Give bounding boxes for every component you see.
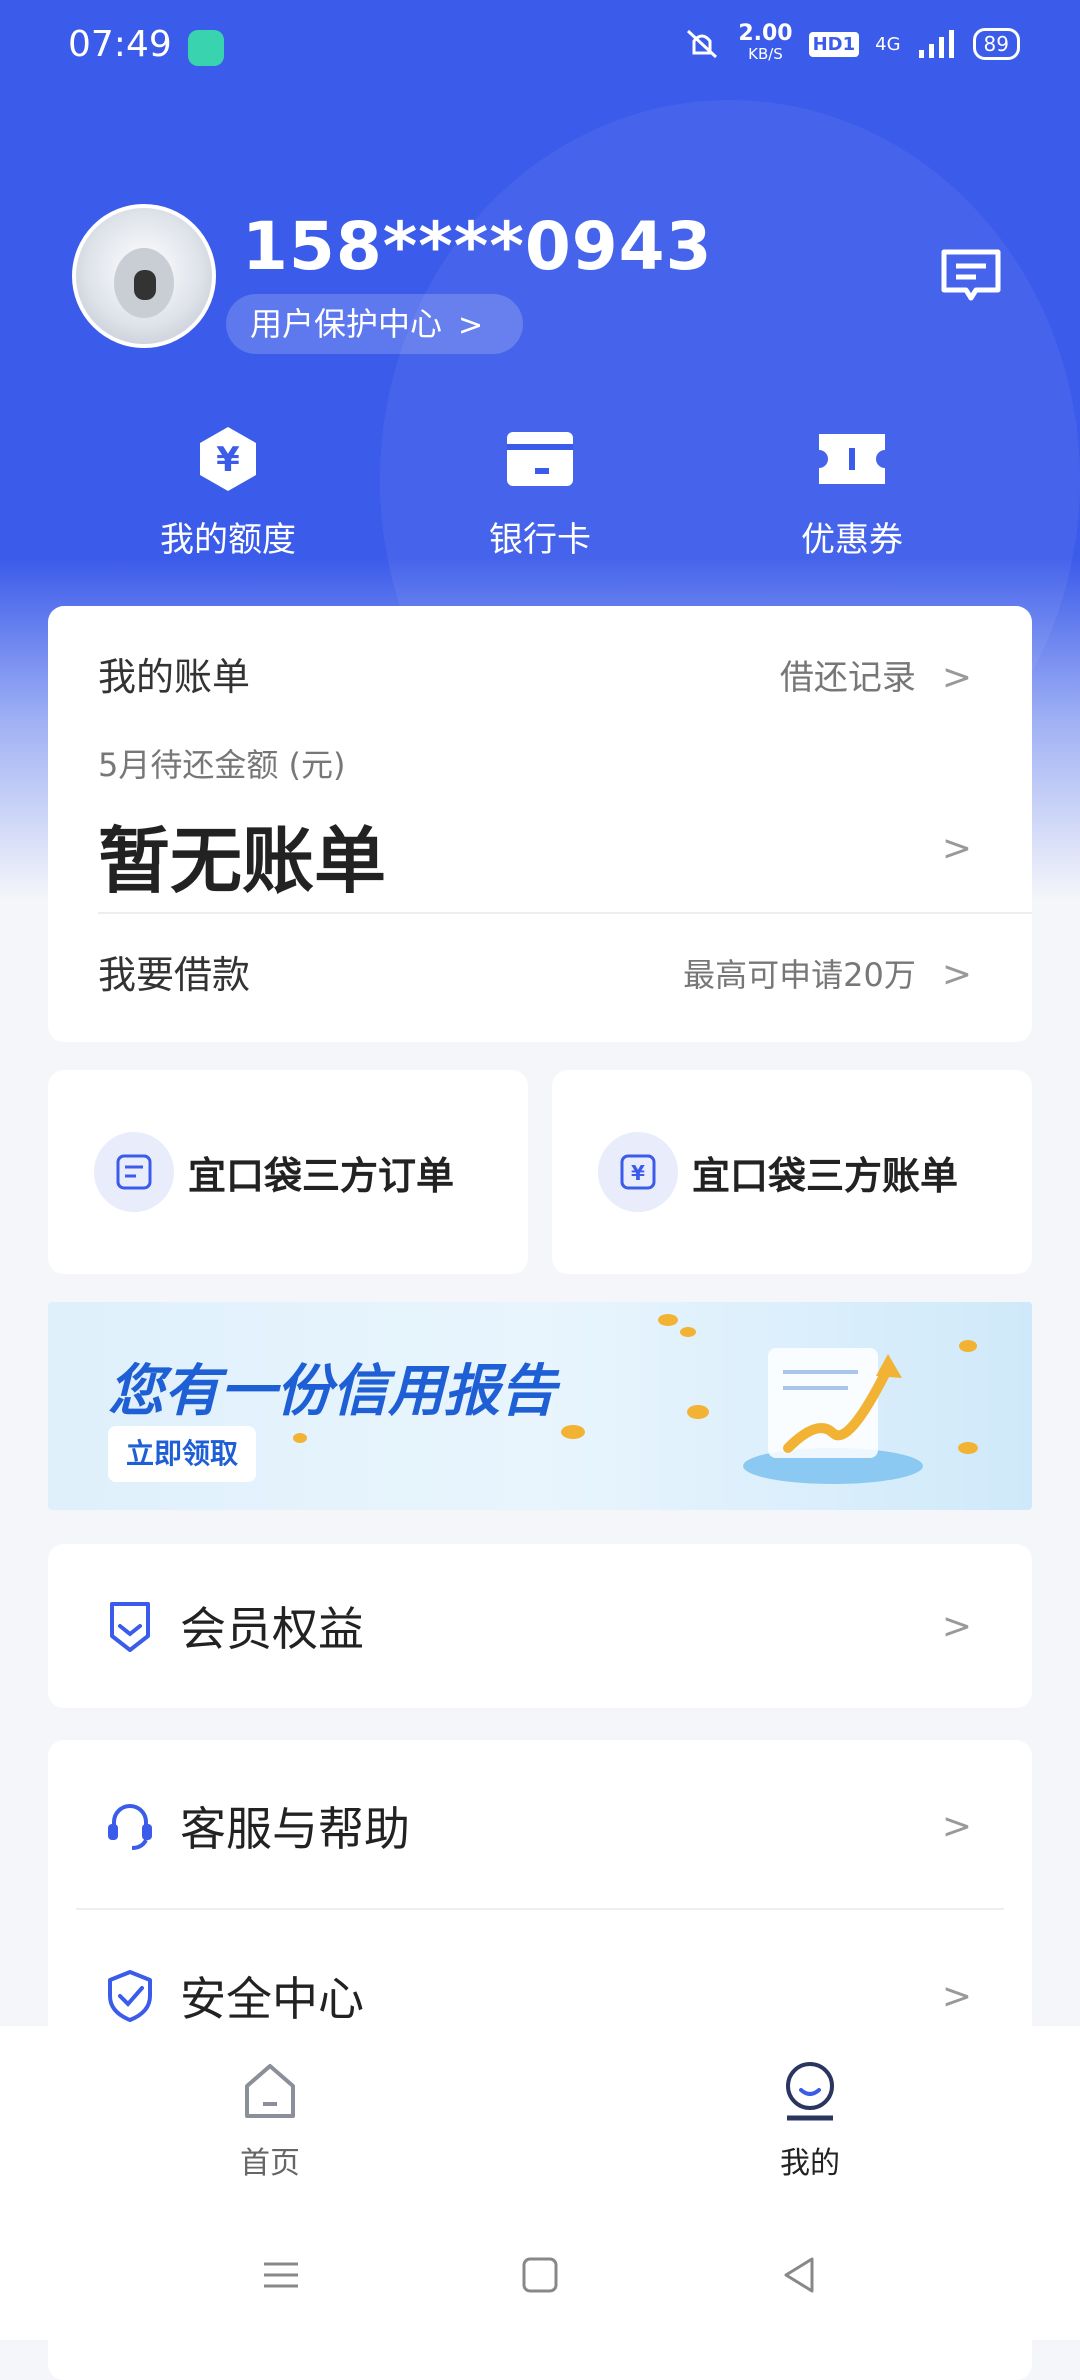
- quick-action-label: 我的额度: [160, 520, 296, 560]
- message-icon[interactable]: [940, 248, 1002, 304]
- bank-card-icon: [507, 432, 573, 486]
- credit-report-banner[interactable]: 您有一份信用报告 立即领取: [48, 1302, 1032, 1510]
- borrow-limit-text: 最高可申请20万: [683, 956, 916, 994]
- network-speed-value: 2.00: [738, 21, 793, 46]
- tab-home[interactable]: 首页: [170, 2060, 370, 2182]
- network-speed: 2.00 KB/S: [738, 21, 793, 64]
- tab-home-label: 首页: [240, 2146, 300, 2181]
- bill-amount[interactable]: 暂无账单: [98, 802, 386, 907]
- third-party-bill-card[interactable]: ¥ 宜口袋三方账单: [552, 1070, 1032, 1274]
- claim-now-button[interactable]: 立即领取: [108, 1426, 256, 1482]
- profile-icon: [786, 2062, 834, 2121]
- chevron-right-icon: >: [458, 308, 484, 343]
- shield-check-icon: [108, 1970, 152, 2022]
- divider: [98, 912, 1032, 914]
- coupon-icon: [819, 434, 885, 484]
- chevron-right-icon: >: [941, 954, 972, 995]
- signal-icon: [918, 30, 954, 58]
- battery-indicator: 89: [972, 28, 1020, 60]
- security-center-label: 安全中心: [180, 1972, 364, 2026]
- chevron-right-icon[interactable]: >: [942, 828, 972, 869]
- status-time: 07:49: [68, 24, 172, 65]
- svg-text:¥: ¥: [631, 1161, 645, 1185]
- month-due-label: 5月待还金额 (元): [98, 746, 346, 784]
- third-party-bill-label: 宜口袋三方账单: [692, 1153, 959, 1198]
- customer-service-row[interactable]: 客服与帮助 >: [48, 1746, 1032, 1906]
- borrow-limit-link[interactable]: 最高可申请20万 >: [683, 950, 972, 996]
- bill-title: 我的账单: [98, 655, 251, 699]
- bill-card: 我的账单 借还记录 > 5月待还金额 (元) 暂无账单 > 我要借款 最高可申请2…: [48, 606, 1032, 1042]
- member-benefits-label: 会员权益: [180, 1602, 364, 1656]
- shield-badge-icon: [110, 1602, 150, 1652]
- divider: [76, 1908, 1004, 1910]
- quick-action-label: 优惠券: [801, 520, 903, 560]
- avatar[interactable]: [72, 204, 216, 348]
- order-icon: [116, 1154, 152, 1190]
- quick-action-coupon[interactable]: 优惠券: [702, 424, 1002, 561]
- record-label: 借还记录: [779, 658, 916, 698]
- user-protection-center-button[interactable]: 用户保护中心 >: [226, 294, 524, 354]
- report-illustration: [743, 1348, 923, 1484]
- borrow-label[interactable]: 我要借款: [98, 944, 250, 999]
- quick-action-bank-card[interactable]: 银行卡: [390, 424, 690, 561]
- menu-icon[interactable]: [256, 2250, 306, 2300]
- app-notification-icon: [188, 30, 224, 66]
- protect-label: 用户保护中心: [250, 305, 443, 343]
- chevron-right-icon: >: [941, 657, 972, 698]
- mute-icon: [687, 29, 718, 59]
- third-party-order-card[interactable]: 宜口袋三方订单: [48, 1070, 528, 1274]
- customer-service-label: 客服与帮助: [180, 1802, 410, 1856]
- chevron-right-icon: >: [941, 1605, 972, 1647]
- chevron-right-icon: >: [941, 1805, 972, 1847]
- chevron-right-icon: >: [941, 1975, 972, 2017]
- banner-title: 您有一份信用报告: [108, 1359, 556, 1424]
- member-benefits-card[interactable]: 会员权益 >: [48, 1544, 1032, 1708]
- tab-mine-label: 我的: [780, 2146, 840, 2181]
- hd-badge: HD1: [808, 31, 860, 57]
- back-icon[interactable]: [774, 2250, 824, 2300]
- yuan-bill-icon-wrap: ¥: [598, 1132, 678, 1212]
- koala-nose: [134, 270, 156, 300]
- phone-number: 158****0943: [242, 208, 713, 285]
- headset-icon: [108, 1804, 152, 1850]
- network-type: 4G: [875, 33, 901, 55]
- svg-text:¥: ¥: [216, 440, 240, 480]
- status-bar: 07:49 2.00 KB/S HD1 4G 89: [0, 0, 1080, 96]
- member-benefits-row[interactable]: 会员权益 >: [48, 1546, 1032, 1706]
- order-icon-wrap: [94, 1132, 174, 1212]
- home-button-icon[interactable]: [515, 2250, 565, 2300]
- home-icon: [245, 2064, 295, 2118]
- yuan-hexagon-icon: ¥: [200, 427, 256, 491]
- tab-mine[interactable]: 我的: [710, 2060, 910, 2182]
- status-indicators: 2.00 KB/S HD1 4G 89: [682, 21, 1020, 64]
- system-nav-bar: [0, 2230, 1080, 2320]
- quick-action-credit[interactable]: ¥ 我的额度: [78, 424, 378, 561]
- third-party-order-label: 宜口袋三方订单: [188, 1153, 455, 1198]
- network-speed-unit: KB/S: [748, 45, 783, 63]
- borrow-repay-record-link[interactable]: 借还记录 >: [780, 650, 972, 699]
- yuan-bill-icon: ¥: [620, 1154, 656, 1190]
- quick-action-label: 银行卡: [489, 520, 591, 560]
